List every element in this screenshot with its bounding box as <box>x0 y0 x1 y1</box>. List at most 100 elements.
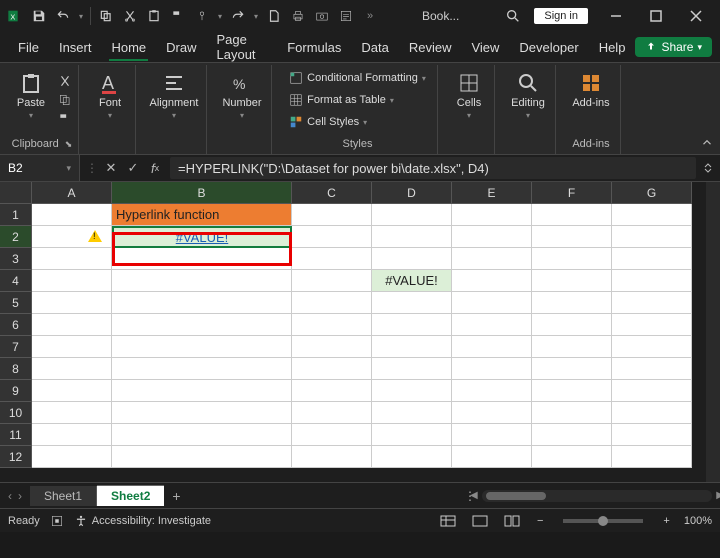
row-header-1[interactable]: 1 <box>0 204 32 226</box>
cells-area[interactable]: Hyperlink function #VALUE! #VALUE! <box>32 204 692 468</box>
cell-b2[interactable]: #VALUE! <box>112 226 292 248</box>
chevron-down-icon[interactable]: ▾ <box>76 5 86 27</box>
row-header-11[interactable]: 11 <box>0 424 32 446</box>
row-header-12[interactable]: 12 <box>0 446 32 468</box>
cell-styles-button[interactable]: Cell Styles ▾ <box>287 114 428 130</box>
cancel-formula-button[interactable]: ✕ <box>102 159 120 177</box>
name-box[interactable]: B2 ▾ <box>0 155 80 181</box>
tab-draw[interactable]: Draw <box>156 36 206 59</box>
zoom-in-button[interactable]: + <box>659 515 673 527</box>
expand-formula-bar-icon[interactable] <box>702 162 720 174</box>
scroll-right-icon[interactable]: ▶ <box>716 490 720 502</box>
font-button[interactable]: A Font ▾ <box>89 67 131 133</box>
page-break-view-icon[interactable] <box>501 513 523 529</box>
tab-page-layout[interactable]: Page Layout <box>207 28 278 66</box>
tab-review[interactable]: Review <box>399 36 462 59</box>
row-header-5[interactable]: 5 <box>0 292 32 314</box>
tab-home[interactable]: Home <box>101 36 156 59</box>
row-header-8[interactable]: 8 <box>0 358 32 380</box>
accept-formula-button[interactable]: ✓ <box>124 159 142 177</box>
accessibility-button[interactable]: Accessibility: Investigate <box>74 514 211 528</box>
new-file-icon[interactable] <box>263 5 285 27</box>
form-icon[interactable] <box>335 5 357 27</box>
number-button[interactable]: % Number ▾ <box>217 67 267 133</box>
sheet-nav-prev-icon[interactable]: ‹ <box>8 489 12 503</box>
save-icon[interactable] <box>28 5 50 27</box>
vertical-scrollbar[interactable] <box>706 182 720 482</box>
overflow-icon[interactable]: » <box>359 5 381 27</box>
row-header-9[interactable]: 9 <box>0 380 32 402</box>
copy-icon[interactable] <box>95 5 117 27</box>
tab-insert[interactable]: Insert <box>49 36 102 59</box>
excel-icon[interactable]: X <box>4 5 26 27</box>
paste-button[interactable]: Paste ▾ <box>10 67 52 133</box>
tab-data[interactable]: Data <box>351 36 398 59</box>
zoom-out-button[interactable]: − <box>533 515 547 527</box>
select-all-button[interactable] <box>0 182 32 204</box>
page-layout-view-icon[interactable] <box>469 513 491 529</box>
row-header-7[interactable]: 7 <box>0 336 32 358</box>
tab-formulas[interactable]: Formulas <box>277 36 351 59</box>
error-indicator-icon[interactable] <box>88 230 102 242</box>
scroll-thumb[interactable] <box>486 492 546 500</box>
tab-help[interactable]: Help <box>589 36 636 59</box>
editing-button[interactable]: Editing ▾ <box>505 67 551 133</box>
share-button[interactable]: Share ▾ <box>635 37 712 57</box>
row-header-4[interactable]: 4 <box>0 270 32 292</box>
cut-icon[interactable] <box>119 5 141 27</box>
camera-icon[interactable] <box>311 5 333 27</box>
sheet-tab-sheet1[interactable]: Sheet1 <box>30 486 97 506</box>
col-header-c[interactable]: C <box>292 182 372 204</box>
collapse-ribbon-icon[interactable] <box>700 136 714 150</box>
search-icon[interactable] <box>500 3 526 29</box>
redo-icon[interactable] <box>227 5 249 27</box>
tab-file[interactable]: File <box>8 36 49 59</box>
row-header-2[interactable]: 2 <box>0 226 32 248</box>
copy-button[interactable] <box>56 92 74 108</box>
row-header-3[interactable]: 3 <box>0 248 32 270</box>
scroll-left-icon[interactable]: ◀ <box>470 490 478 502</box>
dialog-launcher-icon[interactable]: ⬊ <box>65 139 73 149</box>
tab-developer[interactable]: Developer <box>509 36 588 59</box>
col-header-e[interactable]: E <box>452 182 532 204</box>
tab-view[interactable]: View <box>461 36 509 59</box>
cells-button[interactable]: Cells ▾ <box>448 67 490 133</box>
touch-mode-icon[interactable] <box>191 5 213 27</box>
col-header-g[interactable]: G <box>612 182 692 204</box>
alignment-button[interactable]: Alignment ▾ <box>146 67 202 133</box>
addins-button[interactable]: Add-ins <box>566 67 616 133</box>
chevron-down-icon[interactable]: ▾ <box>215 5 225 27</box>
format-painter-icon[interactable] <box>167 5 189 27</box>
col-header-f[interactable]: F <box>532 182 612 204</box>
close-button[interactable] <box>676 0 716 32</box>
chevron-down-icon[interactable]: ▾ <box>251 5 261 27</box>
row-header-6[interactable]: 6 <box>0 314 32 336</box>
normal-view-icon[interactable] <box>437 513 459 529</box>
undo-icon[interactable] <box>52 5 74 27</box>
zoom-slider[interactable] <box>563 519 643 523</box>
print-icon[interactable] <box>287 5 309 27</box>
col-header-a[interactable]: A <box>32 182 112 204</box>
format-as-table-button[interactable]: Format as Table ▾ <box>287 92 428 108</box>
conditional-formatting-button[interactable]: Conditional Formatting ▾ <box>287 70 428 86</box>
col-header-b[interactable]: B <box>112 182 292 204</box>
zoom-level[interactable]: 100% <box>684 515 712 527</box>
macro-record-icon[interactable] <box>50 514 64 528</box>
col-header-d[interactable]: D <box>372 182 452 204</box>
zoom-slider-thumb[interactable] <box>598 516 608 526</box>
formula-input[interactable]: =HYPERLINK("D:\Dataset for power bi\date… <box>170 157 696 179</box>
cell-b1[interactable]: Hyperlink function <box>112 204 292 226</box>
row-header-10[interactable]: 10 <box>0 402 32 424</box>
cut-button[interactable] <box>56 73 74 89</box>
paste-icon[interactable] <box>143 5 165 27</box>
sheet-tab-sheet2[interactable]: Sheet2 <box>97 485 164 506</box>
insert-function-button[interactable]: fx <box>146 159 164 177</box>
minimize-button[interactable] <box>596 0 636 32</box>
cell-e4[interactable]: #VALUE! <box>372 270 452 292</box>
sign-in-button[interactable]: Sign in <box>534 8 588 24</box>
format-painter-button[interactable] <box>56 111 74 127</box>
add-sheet-button[interactable]: + <box>164 488 188 504</box>
horizontal-scrollbar[interactable]: ◀ ▶ <box>482 490 712 502</box>
maximize-button[interactable] <box>636 0 676 32</box>
sheet-nav-next-icon[interactable]: › <box>18 489 22 503</box>
